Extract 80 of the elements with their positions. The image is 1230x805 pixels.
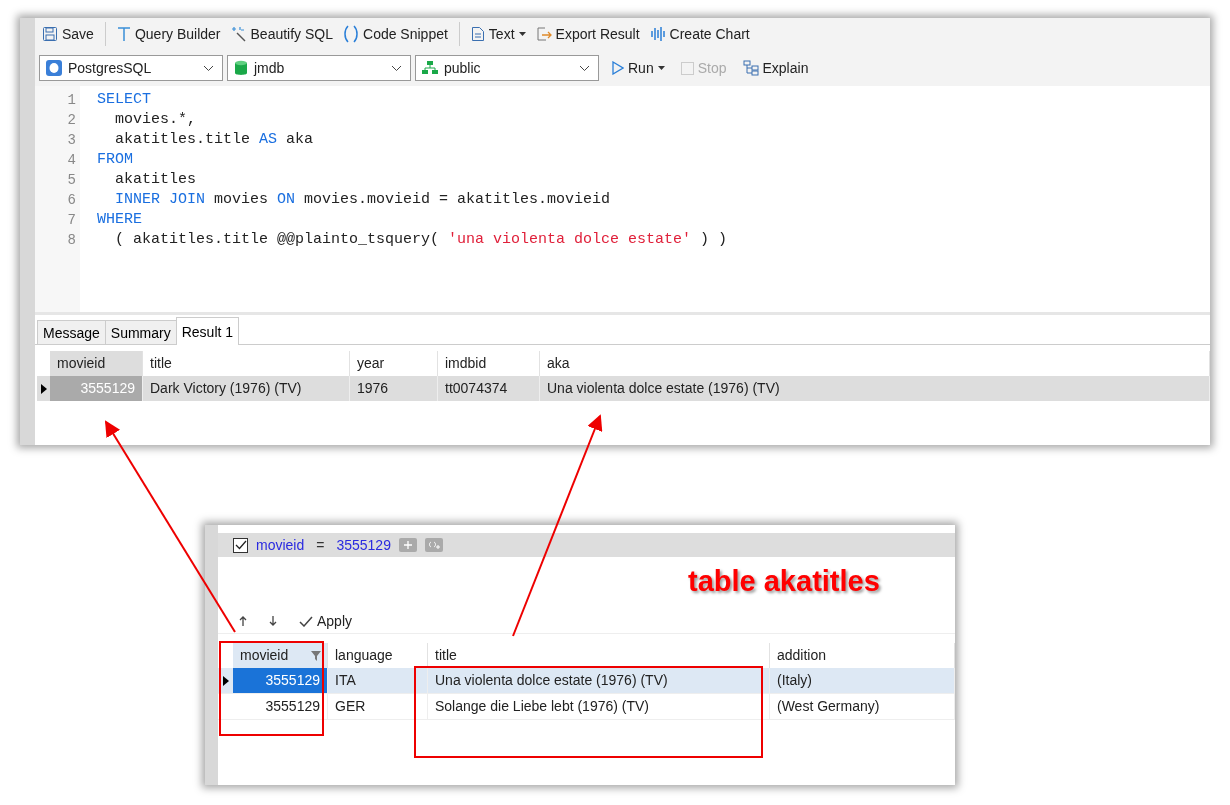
row-pointer-icon [40, 383, 47, 394]
arrow-up-icon [239, 616, 247, 626]
column-header[interactable]: movieid [50, 351, 143, 376]
database-dropdown[interactable]: jmdb [227, 55, 411, 81]
square-icon [680, 61, 694, 75]
row-pointer-icon [222, 675, 229, 686]
table-cell: Una violenta dolce estate (1976) (TV) [428, 668, 770, 693]
table-cell: Una violenta dolce estate (1976) (TV) [540, 376, 1210, 401]
result-tab[interactable]: Summary [104, 320, 177, 344]
result-row[interactable]: 3555129 Dark Victory (1976) (TV) 1976 tt0074374 Una violenta dolce estate (1976) (TV) [37, 376, 1210, 401]
table-row[interactable]: 3555129 ITA Una violenta dolce estate (1976) (TV) (Italy) [218, 668, 955, 694]
filter-icon [311, 650, 321, 661]
document-icon [470, 26, 485, 42]
magic-wand-icon [230, 26, 247, 42]
chevron-down-icon [391, 64, 402, 72]
filter-field[interactable]: movieid [256, 537, 305, 553]
table-cell: 3555129 [233, 668, 328, 693]
schema-dropdown[interactable]: public [415, 55, 599, 81]
table-cell: 3555129 [50, 376, 143, 401]
chart-button[interactable]: Create Chart [646, 24, 753, 44]
code-line: akatitles [114, 170, 198, 190]
beautify-button[interactable]: Beautify SQL [227, 24, 336, 44]
result-tab[interactable]: Message [37, 320, 106, 344]
caret-icon [518, 32, 526, 36]
annotation-label: table akatitles [688, 565, 880, 598]
code-line: movies.*, [114, 110, 198, 130]
run-button[interactable]: Run [609, 58, 668, 78]
builder-button[interactable]: Query Builder [113, 24, 224, 44]
save-button[interactable]: Save [39, 24, 97, 44]
floppy-icon [42, 26, 58, 42]
line-number: 1 [66, 91, 77, 110]
connection-dropdown[interactable]: PostgresSQL [39, 55, 223, 81]
chevron-down-icon [579, 64, 590, 72]
line-number: 5 [66, 171, 77, 190]
plus-icon [403, 541, 412, 549]
table-cell: Solange die Liebe lebt (1976) (TV) [428, 694, 770, 719]
result-tab[interactable]: Result 1 [175, 317, 240, 345]
hierarchy-icon [422, 60, 438, 76]
arrow-down-icon [269, 616, 277, 626]
table-cell: 3555129 [233, 694, 328, 719]
table-cell: (Italy) [770, 668, 955, 693]
text-button[interactable]: Text [467, 24, 529, 44]
table-cell: Dark Victory (1976) (TV) [143, 376, 350, 401]
line-number: 7 [66, 211, 77, 230]
chevron-down-icon [203, 64, 214, 72]
table-cell: 1976 [350, 376, 438, 401]
bracket-plus-icon [427, 541, 440, 549]
checkmark-icon [299, 615, 313, 627]
code-line: INNER JOIN movies ON movies.movieid = akatitles.movieid [114, 190, 612, 210]
apply-button[interactable]: Apply [296, 611, 356, 631]
table-cell: ITA [328, 668, 428, 693]
filter-operator[interactable]: = [316, 537, 325, 553]
database-icon [234, 60, 248, 76]
code-line: WHERE [97, 210, 143, 230]
code-line: SELECT [97, 90, 152, 110]
line-number: 3 [66, 131, 77, 150]
table-cell: (West Germany) [770, 694, 955, 719]
filter-checkbox[interactable] [233, 537, 248, 553]
line-number: 8 [66, 231, 77, 250]
code-line: akatitles.title AS aka [114, 130, 315, 150]
table-row[interactable]: 3555129 GER Solange die Liebe lebt (1976) (TV) (West Germany) [218, 694, 955, 720]
caret-icon [657, 66, 665, 70]
code-line: ( akatitles.title @@plainto_tsquery( 'una violenta dolce estate' ) ) [114, 230, 728, 250]
text-tool-icon [116, 26, 131, 42]
line-number: 6 [66, 191, 77, 210]
play-icon [612, 61, 624, 75]
waveform-chart-icon [649, 26, 666, 42]
line-number: 4 [66, 151, 77, 170]
table-cell: GER [328, 694, 428, 719]
line-number: 2 [66, 111, 77, 130]
export-icon [535, 26, 552, 42]
column-header[interactable]: movieid [233, 643, 328, 668]
filter-value[interactable]: 3555129 [336, 537, 391, 553]
export-button[interactable]: Export Result [532, 24, 643, 44]
table-cell: tt0074374 [438, 376, 540, 401]
code-line: FROM [97, 150, 134, 170]
tree-diagram-icon [742, 60, 759, 76]
parentheses-icon [343, 25, 359, 43]
snippet-button[interactable]: Code Snippet [340, 23, 451, 45]
explain-button[interactable]: Explain [739, 58, 812, 78]
